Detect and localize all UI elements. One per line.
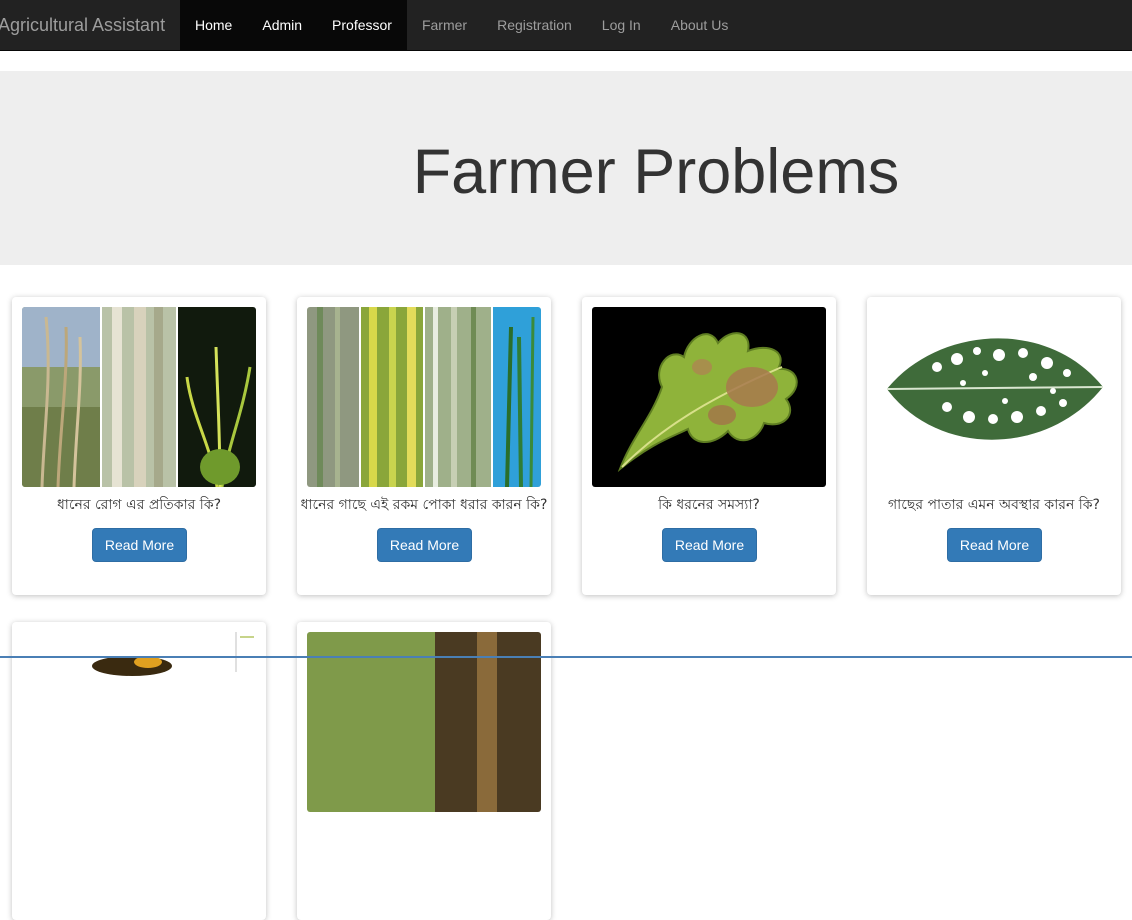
problem-caption-2: ধানের গাছে এই রকম পোকা ধরার কারন কি?	[300, 497, 548, 513]
main-nav: Home Admin Professor Farmer Registration…	[180, 0, 743, 50]
nav-item-admin: Admin	[247, 0, 318, 50]
nav-link-login[interactable]: Log In	[587, 0, 656, 50]
problem-image-rice-disease[interactable]	[22, 307, 256, 487]
hero-jumbotron: Farmer Problems	[0, 71, 1132, 265]
problem-image-eaten-leaf[interactable]	[877, 307, 1111, 487]
problem-image-partial-5[interactable]	[22, 632, 256, 812]
nav-item-farmer: Farmer	[407, 0, 482, 50]
problem-card-6	[297, 622, 551, 920]
problem-image-partial-6[interactable]	[307, 632, 541, 812]
problem-card-4: গাছের পাতার এমন অবস্থার কারন কি? Read Mo…	[867, 297, 1121, 595]
nav-link-professor[interactable]: Professor	[317, 0, 407, 50]
problem-image-leaf-disease[interactable]	[592, 307, 826, 487]
nav-item-about: About Us	[656, 0, 744, 50]
problem-card-1: ধানের রোগ এর প্রতিকার কি? Read More	[12, 297, 266, 595]
problem-caption-3: কি ধরনের সমস্যা?	[658, 497, 760, 513]
page-title: Farmer Problems	[412, 137, 900, 207]
nav-item-home: Home	[180, 0, 248, 50]
read-more-button-2[interactable]: Read More	[377, 528, 472, 562]
nav-item-registration: Registration	[482, 0, 587, 50]
problem-card-5	[12, 622, 266, 920]
read-more-button-1[interactable]: Read More	[92, 528, 187, 562]
nav-link-home[interactable]: Home	[180, 0, 248, 50]
problem-card-3: কি ধরনের সমস্যা? Read More	[582, 297, 836, 595]
nav-link-about[interactable]: About Us	[656, 0, 744, 50]
nav-item-professor: Professor	[317, 0, 407, 50]
nav-link-farmer[interactable]: Farmer	[407, 0, 482, 50]
brand-link[interactable]: Agricultural Assistant	[0, 0, 165, 50]
read-more-button-4[interactable]: Read More	[947, 528, 1042, 562]
nav-link-admin[interactable]: Admin	[247, 0, 318, 50]
problem-image-rice-pest[interactable]	[307, 307, 541, 487]
read-more-button-3[interactable]: Read More	[662, 528, 757, 562]
problem-card-2: ধানের গাছে এই রকম পোকা ধরার কারন কি? Rea…	[297, 297, 551, 595]
problem-caption-1: ধানের রোগ এর প্রতিকার কি?	[56, 497, 222, 513]
problem-caption-4: গাছের পাতার এমন অবস্থার কারন কি?	[888, 497, 1100, 513]
top-navbar: Agricultural Assistant Home Admin Profes…	[0, 0, 1132, 51]
nav-item-login: Log In	[587, 0, 656, 50]
nav-link-registration[interactable]: Registration	[482, 0, 587, 50]
